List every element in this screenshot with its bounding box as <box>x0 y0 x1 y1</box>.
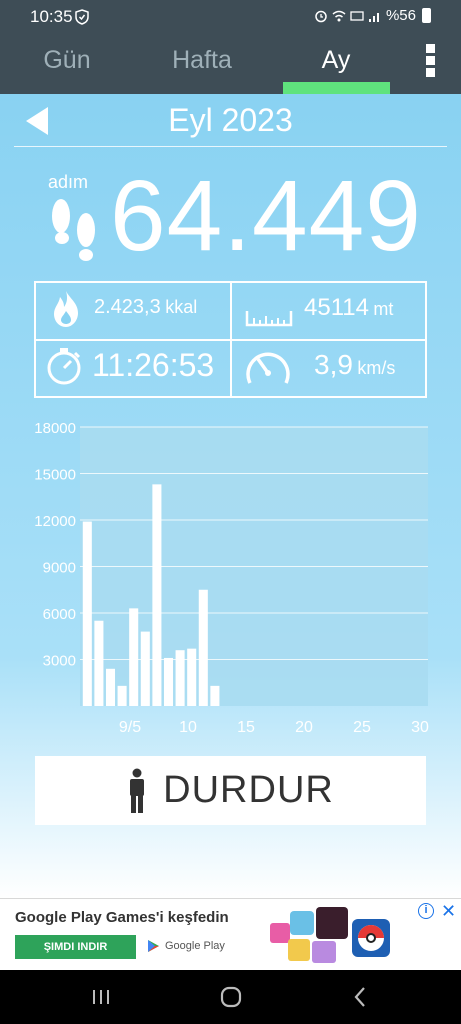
steps-bar-chart: 3000 6000 9000 12000 15000 18000 9/5 10 15 20 25 30 <box>34 420 429 736</box>
ad-close-icon[interactable]: ✕ <box>441 901 456 922</box>
page-title: Eyl 2023 <box>168 102 293 138</box>
steps-label: adım <box>48 172 89 192</box>
duration-value: 11:26:53 <box>92 347 215 383</box>
chart-bar <box>210 685 220 706</box>
stop-button[interactable]: DURDUR <box>35 756 426 825</box>
chart-bar <box>175 650 185 706</box>
chart-bar <box>152 484 162 706</box>
chart-bar <box>198 589 208 706</box>
flame-icon <box>54 291 78 327</box>
tab-week[interactable]: Hafta <box>147 34 257 94</box>
recent-apps-icon[interactable] <box>86 982 116 1012</box>
battery-icon <box>422 8 431 23</box>
speed-stat: 3,9 km/s <box>314 349 395 381</box>
chart-bar <box>163 657 174 706</box>
speed-value: 3,9 <box>314 349 353 380</box>
volte-icon <box>350 10 364 21</box>
duration-stat: 11:26:53 <box>92 347 214 384</box>
ad-store-label: Google Play <box>165 940 225 952</box>
x-tick-label: 9/5 <box>119 719 141 736</box>
main-content: Eyl 2023 adım 64.449 2.423,3 kkal 45114 … <box>0 94 461 898</box>
y-tick-label: 3000 <box>43 653 76 670</box>
distance-value: 45114 <box>304 294 369 321</box>
ad-banner[interactable]: Google Play Games'i keşfedin ŞIMDI INDIR… <box>0 898 461 970</box>
ad-title: Google Play Games'i keşfedin <box>15 909 229 926</box>
x-tick-label: 15 <box>237 719 255 736</box>
home-icon[interactable] <box>216 982 246 1012</box>
back-icon[interactable] <box>346 982 376 1012</box>
google-play-icon <box>148 940 159 952</box>
ad-download-button[interactable]: ŞIMDI INDIR <box>15 935 136 959</box>
overflow-menu-icon[interactable] <box>420 44 440 84</box>
x-tick-label: 30 <box>411 719 429 736</box>
chart-bar <box>94 620 104 706</box>
speed-unit: km/s <box>357 358 396 378</box>
navigation-bar <box>0 970 461 1024</box>
x-tick-label: 10 <box>179 719 197 736</box>
ad-store-badge: Google Play <box>147 939 225 953</box>
calories-value: 2.423,3 <box>94 296 161 318</box>
tab-indicator <box>283 82 390 94</box>
chart-bar <box>187 648 197 706</box>
distance-unit: mt <box>373 299 394 319</box>
tab-day[interactable]: Gün <box>12 34 122 94</box>
chart-bar <box>117 685 127 706</box>
steps-value: 64.449 <box>110 160 422 272</box>
tab-bar: Gün Hafta Ay <box>0 34 461 94</box>
status-bar: 10:35 %56 <box>0 0 461 34</box>
y-tick-label: 15000 <box>34 467 76 484</box>
status-time: 10:35 <box>30 7 73 26</box>
ad-game-thumbnails <box>270 907 390 963</box>
y-tick-label: 18000 <box>34 420 76 437</box>
ad-info-icon[interactable]: i <box>418 903 434 919</box>
stats-grid: 2.423,3 kkal 45114 mt 11:26:53 3,9 km/s <box>34 281 427 398</box>
x-tick-label: 20 <box>295 719 313 736</box>
stop-button-label: DURDUR <box>163 769 334 811</box>
shield-icon <box>75 9 89 25</box>
calories-unit: kkal <box>165 297 198 317</box>
chart-bar <box>82 521 92 706</box>
wifi-icon <box>332 10 346 21</box>
ruler-icon <box>245 311 293 327</box>
footprints-icon <box>52 199 95 261</box>
chart-bar <box>105 668 116 706</box>
stopwatch-icon <box>47 348 81 385</box>
battery-text: %56 <box>385 7 416 24</box>
y-tick-label: 12000 <box>34 513 76 530</box>
calories-stat: 2.423,3 kkal <box>94 296 197 319</box>
y-tick-label: 9000 <box>43 560 76 577</box>
speedometer-icon <box>246 352 290 384</box>
chart-bar <box>129 608 139 706</box>
alarm-icon <box>315 10 327 22</box>
divider <box>14 146 447 147</box>
chart-bar <box>140 631 150 706</box>
distance-stat: 45114 mt <box>304 294 393 322</box>
signal-icon <box>368 12 379 22</box>
person-icon <box>130 768 145 813</box>
x-tick-label: 25 <box>353 719 371 736</box>
y-tick-label: 6000 <box>43 606 76 623</box>
status-icons: %56 <box>314 7 431 24</box>
